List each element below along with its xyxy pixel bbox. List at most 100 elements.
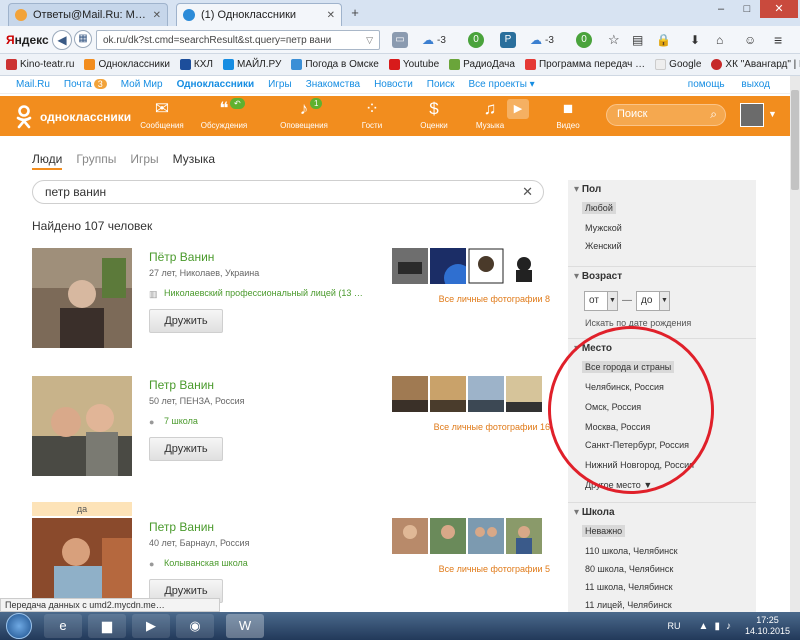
ok-logo[interactable]: одноклассники	[14, 105, 131, 129]
profile-photo[interactable]	[32, 248, 132, 348]
windows-start-button[interactable]	[6, 613, 32, 639]
photo-thumbnail[interactable]	[430, 518, 466, 554]
lock-icon[interactable]: 🔒	[656, 32, 671, 48]
photo-thumbnail[interactable]	[392, 518, 428, 554]
volume-icon[interactable]: ♪	[726, 621, 731, 632]
search-link[interactable]: Поиск	[427, 79, 455, 90]
school-option[interactable]: 110 школа, Челябинск	[582, 545, 681, 557]
star-icon[interactable]: ☆	[608, 32, 620, 48]
profile-photo[interactable]	[32, 376, 132, 476]
dropdown-arrow-icon[interactable]: ▽	[366, 35, 373, 46]
p-extension-icon[interactable]: P	[500, 32, 516, 48]
photo-thumbnail[interactable]	[468, 518, 504, 554]
nav-messages[interactable]: ✉ Сообщения	[134, 99, 190, 130]
person-school[interactable]: ● 7 школа	[149, 416, 198, 427]
add-friend-button[interactable]: Друж​ить	[149, 309, 223, 333]
school-option[interactable]: 80 школа, Челябинск	[582, 563, 676, 575]
tray-arrow-icon[interactable]: ▲	[699, 621, 709, 632]
nav-music-play[interactable]: ▶	[504, 99, 532, 121]
bookmark-google[interactable]: Google	[655, 59, 701, 70]
odnoklassniki-link[interactable]: Одноклассники	[177, 79, 255, 90]
browser-tab-odnoklassniki[interactable]: (1) Одноклассники ✕	[176, 3, 342, 26]
nav-video[interactable]: ■ Видео	[540, 99, 596, 130]
photo-thumbnail[interactable]	[430, 376, 466, 412]
photo-thumbnail[interactable]	[506, 518, 542, 554]
photo-thumbnail[interactable]	[468, 248, 504, 284]
person-school[interactable]: ● Колыванская школа	[149, 558, 248, 569]
tab-music[interactable]: Музыка	[173, 152, 215, 170]
network-icon[interactable]: ▮	[714, 621, 720, 632]
word-icon[interactable]: W	[226, 614, 264, 638]
people-search-input[interactable]: петр ванин ✕	[32, 180, 544, 204]
bookmark-kino-teatr[interactable]: Kino-teatr.ru	[6, 59, 74, 70]
bookmark-avangard[interactable]: ХК "Авангард" | ГЛАВ…	[711, 59, 800, 70]
photo-thumbnail[interactable]	[506, 248, 542, 284]
age-to-select[interactable]: до ▼	[636, 291, 670, 311]
clipboard-icon[interactable]: ▤	[632, 32, 643, 48]
weather-widget-1[interactable]: ☁ -3	[422, 32, 446, 48]
person-name[interactable]: Петр Ванин	[149, 520, 214, 534]
dating-link[interactable]: Знакомства	[306, 79, 360, 90]
file-explorer-icon[interactable]: ▆	[88, 614, 126, 638]
yandex-logo[interactable]: Яндекс	[6, 33, 49, 47]
tab-groups[interactable]: Группы	[76, 152, 116, 170]
nav-discussions[interactable]: ❝ ↶ Обсуждения	[196, 98, 252, 130]
maximize-window-button[interactable]: □	[734, 0, 760, 18]
my-world-link[interactable]: Мой Мир	[121, 79, 163, 90]
screen-icon[interactable]: ▭	[392, 32, 408, 48]
browser-tab-answers[interactable]: Ответы@Mail.Ru: Можно … ✕	[8, 3, 168, 26]
language-indicator[interactable]: RU	[668, 621, 681, 631]
scrollbar-thumb[interactable]	[791, 90, 799, 190]
weather-widget-2[interactable]: ☁ -3	[530, 32, 554, 48]
photo-thumbnail[interactable]	[392, 248, 428, 284]
shield-icon[interactable]: ▦	[74, 30, 92, 48]
address-bar[interactable]: ok.ru/dk?st.cmd=searchResult&st.query=пе…	[96, 30, 380, 50]
close-tab-icon[interactable]: ✕	[153, 10, 161, 21]
home-icon[interactable]: ⌂	[716, 32, 723, 48]
bookmark-youtube[interactable]: Youtube	[388, 59, 439, 70]
smiley-icon[interactable]: ☺	[744, 32, 756, 48]
bookmark-weather-omsk[interactable]: Погода в Омске	[291, 59, 379, 70]
tab-games[interactable]: Игры	[130, 152, 158, 170]
close-window-button[interactable]: ✕	[760, 0, 798, 18]
bookmark-tv-program[interactable]: Программа передач …	[524, 59, 645, 70]
bookmark-khl[interactable]: КХЛ	[179, 59, 213, 70]
gender-option-female[interactable]: Женский	[582, 240, 625, 252]
all-photos-link[interactable]: Все личные фотографии 5	[439, 564, 550, 574]
green-badge-1[interactable]: 0	[468, 32, 484, 48]
add-friend-button[interactable]: Друж​ить	[149, 437, 223, 461]
gender-option-any[interactable]: Любой	[582, 202, 616, 214]
green-badge-2[interactable]: 0	[576, 32, 592, 48]
gender-option-male[interactable]: Мужской	[582, 222, 625, 234]
user-avatar[interactable]	[740, 103, 764, 127]
games-link[interactable]: Игры	[268, 79, 292, 90]
photo-thumbnail[interactable]	[392, 376, 428, 412]
all-photos-link[interactable]: Все личные фотографии 8	[439, 294, 550, 304]
menu-icon[interactable]: ≡	[774, 32, 782, 48]
filter-title[interactable]: Возраст	[574, 271, 622, 282]
search-icon[interactable]: ⌕	[710, 107, 717, 122]
bookmark-mailru[interactable]: МАЙЛ.РУ	[222, 59, 281, 70]
clock[interactable]: 17:25 14.10.2015	[745, 615, 790, 637]
tab-people[interactable]: Люди	[32, 152, 63, 170]
bookmark-odnoklassniki[interactable]: Одноклассники	[84, 59, 170, 70]
minimize-window-button[interactable]: –	[708, 0, 734, 18]
back-button[interactable]: ◀	[52, 30, 72, 50]
news-link[interactable]: Новости	[374, 79, 413, 90]
page-scrollbar[interactable]	[790, 76, 800, 612]
nav-notifications[interactable]: ♪ 1 Оповещения	[276, 98, 332, 130]
new-tab-button[interactable]: +	[346, 6, 364, 21]
ok-search-input[interactable]: Поиск ⌕	[606, 104, 726, 126]
help-link[interactable]: помощь	[688, 79, 725, 90]
filter-title[interactable]: Пол	[574, 184, 601, 195]
photo-thumbnail[interactable]	[506, 376, 542, 412]
internet-explorer-icon[interactable]: e	[44, 614, 82, 638]
mailru-link[interactable]: Mail.Ru	[16, 79, 50, 90]
school-option-any[interactable]: Неважно	[582, 525, 626, 537]
nav-ratings[interactable]: $ Оценки	[406, 99, 462, 130]
filter-title[interactable]: Школа	[574, 507, 615, 518]
person-name[interactable]: Петр Ванин	[149, 378, 214, 392]
all-photos-link[interactable]: Все личные фотографии 16	[434, 422, 550, 432]
media-player-icon[interactable]: ▶	[132, 614, 170, 638]
mail-link[interactable]: Почта 3	[64, 79, 107, 90]
